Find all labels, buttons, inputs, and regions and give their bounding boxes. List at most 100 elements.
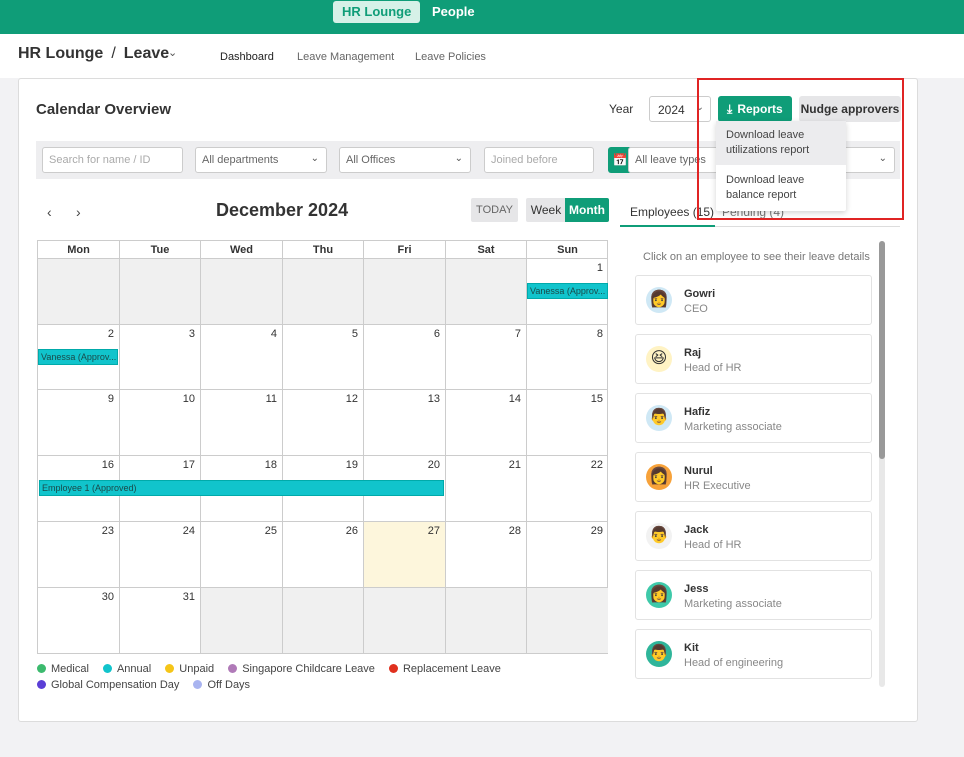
employee-name: Jack [684,524,709,536]
legend-label: Annual [116,663,152,675]
day-number: 18 [264,459,277,471]
day-number: 2 [107,328,114,340]
next-month-icon[interactable]: › [76,204,81,220]
day-number: 15 [590,393,603,405]
search-input[interactable]: Search for name / ID [42,147,183,173]
day-number: 5 [351,328,358,340]
employee-role: Marketing associate [684,598,782,610]
day-number: 27 [427,525,440,537]
day-cell[interactable]: 12 [283,390,364,456]
previous-month-icon[interactable]: ‹ [47,204,52,220]
day-cell[interactable]: 5 [283,325,364,390]
day-cell[interactable]: 21 [446,456,527,522]
employee-list-scrollbar[interactable] [879,241,885,687]
day-cell-outside [283,259,364,325]
employee-role: CEO [684,303,708,315]
legend-label: Unpaid [179,663,215,675]
leave-event[interactable]: Employee 1 (Approved) [39,480,444,496]
legend-dot [388,664,398,673]
employee-card[interactable]: 👨 Jack Head of HR [635,511,872,561]
day-cell-outside [283,588,364,653]
day-cell[interactable]: 31 [120,588,201,653]
day-cell[interactable]: 30 [38,588,120,653]
laughing-face-avatar: 😆 [646,346,672,372]
month-title: December 2024 [216,200,349,220]
legend-item: Replacement Leave [388,663,501,675]
day-cell[interactable]: 6 [364,325,446,390]
day-cell-outside [446,259,527,325]
breadcrumb-root[interactable]: HR Lounge [18,45,103,62]
month-view-button[interactable]: Month [565,198,609,222]
week-view-button[interactable]: Week [526,198,566,222]
employee-card[interactable]: 👩 Jess Marketing associate [635,570,872,620]
chevron-down-icon: ⌄ [310,153,319,164]
day-cell[interactable]: 9 [38,390,120,456]
leave-event[interactable]: Vanessa (Approv... [38,349,118,365]
day-cell[interactable]: 11 [201,390,283,456]
day-cell[interactable]: 25 [201,522,283,588]
legend-label: Global Compensation Day [51,679,180,691]
employee-card[interactable]: 😆 Raj Head of HR [635,334,872,384]
day-cell-outside [364,259,446,325]
day-cell[interactable]: 10 [120,390,201,456]
page-title: Calendar Overview [36,101,172,118]
leave-type-value: All leave types [635,154,706,166]
day-number: 16 [101,459,114,471]
chevron-down-icon[interactable]: ⌄ [168,46,177,59]
nav-leave-management[interactable]: Leave Management [297,51,394,63]
joined-before-input[interactable]: Joined before [484,147,594,173]
day-number: 29 [590,525,603,537]
department-select[interactable]: All departments ⌄ [195,147,327,173]
legend-label: Singapore Childcare Leave [242,663,375,675]
day-cell[interactable]: 23 [38,522,120,588]
employee-card[interactable]: 👩 Nurul HR Executive [635,452,872,502]
day-cell[interactable]: 14 [446,390,527,456]
legend-dot [165,664,175,673]
man-avatar: 👨 [646,641,672,667]
woman-avatar: 👩 [646,287,672,313]
day-cell-outside [201,259,283,325]
day-number: 22 [590,459,603,471]
nav-leave-policies[interactable]: Leave Policies [415,51,486,63]
day-cell-outside [446,588,527,653]
employee-name: Gowri [684,288,716,300]
legend-label: Off Days [207,679,251,691]
leave-event[interactable]: Vanessa (Approv... [527,283,608,299]
employee-card[interactable]: 👩 Gowri CEO [635,275,872,325]
employee-card[interactable]: 👨 Kit Head of engineering [635,629,872,679]
day-cell[interactable]: 3 [120,325,201,390]
legend-dot [37,664,46,673]
day-cell[interactable]: 26 [283,522,364,588]
employee-role: Marketing associate [684,421,782,433]
day-cell[interactable]: 22 [527,456,608,522]
day-cell[interactable]: 7 [446,325,527,390]
tab-people[interactable]: People [423,1,484,23]
legend-item: Unpaid [165,663,214,675]
today-button[interactable]: TODAY [471,198,518,222]
nav-dashboard[interactable]: Dashboard [220,51,274,63]
legend-dot [228,664,238,673]
employee-name: Jess [684,583,709,595]
tab-hr-lounge[interactable]: HR Lounge [333,1,421,23]
employee-role: Head of engineering [684,657,784,669]
department-value: All departments [202,154,279,166]
day-cell[interactable]: 13 [364,390,446,456]
day-cell[interactable]: 15 [527,390,608,456]
day-cell[interactable]: 8 [527,325,608,390]
office-select[interactable]: All Offices ⌄ [339,147,471,173]
day-number: 21 [508,459,521,471]
day-cell[interactable]: 24 [120,522,201,588]
day-number: 19 [345,459,358,471]
woman-avatar: 👩 [646,464,672,490]
day-cell-today[interactable]: 27 [364,522,446,588]
day-cell[interactable]: 29 [527,522,608,588]
day-cell[interactable]: 28 [446,522,527,588]
day-number: 8 [596,328,603,340]
man-in-suit-avatar: 👨 [646,523,672,549]
employee-card[interactable]: 👨 Hafiz Marketing associate [635,393,872,443]
day-cell[interactable]: 4 [201,325,283,390]
day-number: 11 [265,393,277,405]
employee-name: Raj [684,347,702,359]
legend-item: Singapore Childcare Leave [228,663,375,675]
scrollbar-thumb[interactable] [879,241,885,459]
